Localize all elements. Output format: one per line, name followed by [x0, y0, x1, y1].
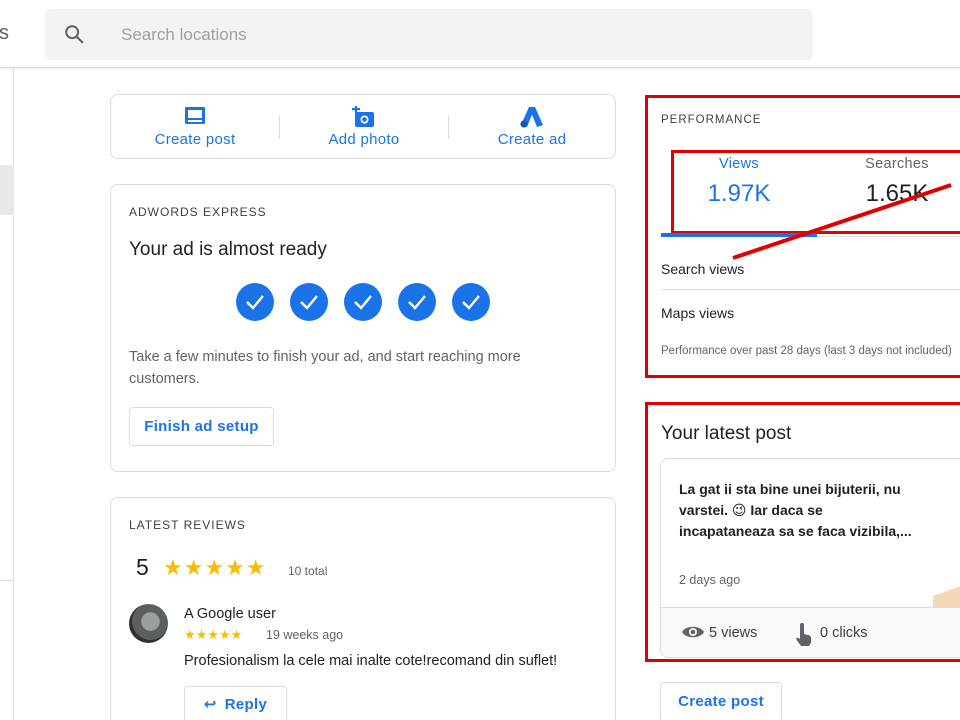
average-rating: 5 — [136, 554, 149, 580]
tab-value: 1.97K — [707, 180, 771, 207]
card-title: Your latest post — [661, 423, 792, 444]
create-post-button[interactable]: Create post — [660, 682, 782, 720]
post-icon — [185, 107, 205, 124]
views-count: 5 views — [709, 625, 758, 641]
review-stars-icon: ★★★★★ — [184, 627, 243, 642]
add-photo-label: Add photo — [328, 131, 400, 148]
touch-icon — [796, 623, 811, 646]
adwords-express-card: ADWORDS EXPRESS Your ad is almost ready … — [110, 184, 616, 472]
search-views-row[interactable]: Search views — [661, 261, 744, 277]
card-overline: ADWORDS EXPRESS — [129, 205, 267, 219]
tab-views[interactable]: Views 1.97K — [661, 156, 817, 208]
row-divider — [661, 289, 960, 290]
step-complete-icon — [398, 283, 436, 321]
rating-stars-icon: ★★★★★ — [163, 555, 267, 580]
create-post-label: Create post — [154, 131, 236, 148]
step-complete-icon — [344, 283, 382, 321]
eye-icon — [682, 626, 704, 638]
reply-icon: ↩ — [203, 696, 217, 713]
tab-label: Views — [719, 156, 759, 172]
reply-label: Reply — [224, 696, 268, 713]
finish-ad-setup-button[interactable]: Finish ad setup — [129, 407, 274, 446]
card-overline: LATEST REVIEWS — [129, 518, 246, 532]
performance-note: Performance over past 28 days (last 3 da… — [661, 345, 952, 357]
create-post-action[interactable]: Create post — [111, 95, 279, 160]
card-description: Take a few minutes to finish your ad, an… — [129, 349, 521, 387]
step-complete-icon — [236, 283, 274, 321]
google-ads-icon — [520, 107, 543, 128]
setup-progress — [236, 283, 496, 321]
clicks-count: 0 clicks — [820, 625, 868, 641]
sidebar-item-selected[interactable] — [0, 165, 14, 215]
app-title: s — [0, 22, 9, 44]
step-complete-icon — [290, 283, 328, 321]
step-complete-icon — [452, 283, 490, 321]
sidebar — [0, 68, 14, 720]
review-text: Profesionalism la cele mai inalte cote!r… — [184, 653, 558, 669]
search-input[interactable] — [121, 9, 781, 60]
post-stats: 5 views 0 clicks — [661, 607, 960, 657]
avatar — [129, 604, 168, 643]
post-preview[interactable]: La gat ii sta bine unei bijuterii, nu va… — [660, 458, 960, 658]
review-author: A Google user — [184, 606, 276, 622]
sidebar-divider — [0, 580, 14, 581]
review-count: 10 total — [288, 564, 328, 578]
create-ad-label: Create ad — [497, 131, 567, 148]
tab-searches[interactable]: Searches 1.65K — [819, 156, 960, 208]
top-bar: s — [0, 0, 960, 68]
quick-actions-card: Create post Add photo Create ad — [110, 94, 616, 159]
create-ad-action[interactable]: Create ad — [448, 95, 616, 160]
search-icon[interactable] — [63, 23, 85, 45]
latest-post-card: Your latest post La gat ii sta bine unei… — [645, 402, 960, 662]
review-time: 19 weeks ago — [266, 628, 344, 642]
card-title: Your ad is almost ready — [129, 239, 327, 260]
tab-label: Searches — [865, 156, 929, 172]
post-date: 2 days ago — [679, 573, 741, 587]
add-photo-action[interactable]: Add photo — [280, 95, 448, 160]
maps-views-row[interactable]: Maps views — [661, 305, 734, 321]
post-text: La gat ii sta bine unei bijuterii, nu va… — [679, 481, 912, 539]
search-box[interactable] — [45, 9, 813, 60]
post-image-thumbnail — [933, 577, 960, 607]
reply-button[interactable]: ↩ Reply — [184, 686, 287, 720]
card-overline: PERFORMANCE — [661, 114, 762, 126]
add-photo-icon — [352, 106, 374, 127]
latest-reviews-card: LATEST REVIEWS 5 ★★★★★ 10 total A Google… — [110, 497, 616, 720]
